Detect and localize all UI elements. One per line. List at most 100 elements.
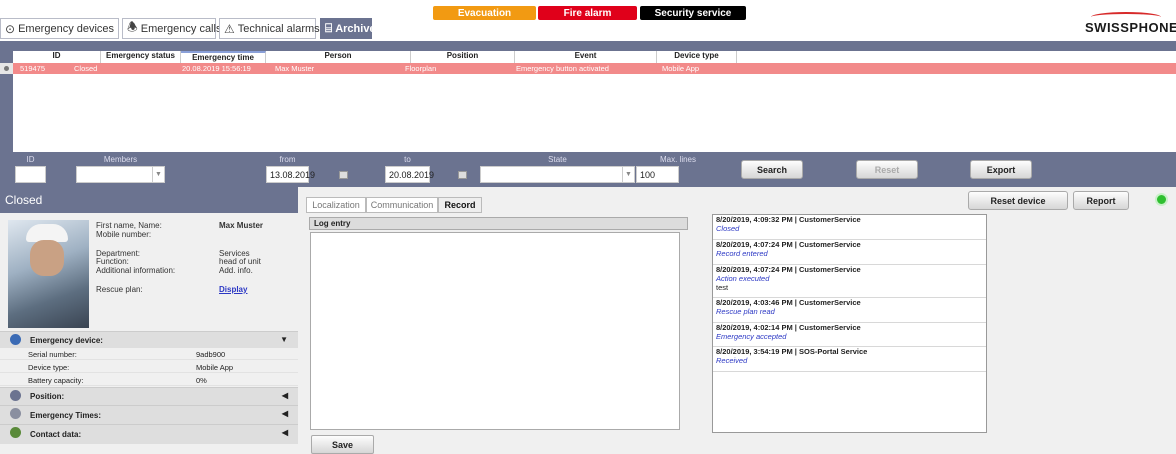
detail-row-serial: Serial number: 9adb900 — [0, 348, 298, 360]
list-item: 8/20/2019, 3:54:19 PM | SOS-Portal Servi… — [713, 347, 986, 372]
bell-icon: 🕭 — [127, 20, 138, 34]
table-row[interactable]: 519475 Closed 20.08.2019 15:56:19 Max Mu… — [7, 63, 1176, 74]
reset-button[interactable]: Reset — [856, 160, 918, 179]
device-type-label: Device type: — [28, 363, 70, 372]
entry-status: Closed — [716, 224, 740, 233]
check-circle-icon: ⊙ — [5, 21, 16, 36]
filter-to-input[interactable]: 20.08.2019 — [385, 166, 434, 183]
alarm-label: Evacuation — [457, 7, 512, 19]
filter-state-label: State — [548, 155, 567, 164]
filter-members-select[interactable]: ▼ — [76, 166, 165, 183]
archive-table: ID Emergency status Emergency time Perso… — [7, 51, 1176, 152]
online-status-icon — [1155, 193, 1168, 206]
cell-status: Closed — [74, 64, 98, 73]
person-photo — [8, 220, 89, 328]
entry-time: 8/20/2019, 4:03:46 PM | CustomerService — [716, 298, 861, 307]
filter-id-label: ID — [26, 155, 35, 164]
name-label: First name, Name: — [96, 221, 162, 230]
status-header: Closed — [0, 187, 298, 213]
cell-person: Max Muster — [275, 64, 315, 73]
tab-emergency-devices[interactable]: ⊙ Emergency devices — [0, 18, 119, 39]
archive-icon: ⌸ — [325, 21, 333, 35]
export-button[interactable]: Export — [970, 160, 1032, 179]
cell-device-type: Mobile App — [662, 64, 700, 73]
log-entry-textarea[interactable] — [310, 232, 680, 430]
section-position[interactable]: Position: ◀ — [0, 387, 298, 405]
list-item: 8/20/2019, 4:03:46 PM | CustomerService … — [713, 298, 986, 323]
contact-icon — [10, 427, 21, 438]
section-label: Emergency device: — [30, 335, 103, 345]
entry-time: 8/20/2019, 4:09:32 PM | CustomerService — [716, 215, 861, 224]
addinfo-value: Add. info. — [219, 266, 253, 275]
calendar-icon[interactable] — [458, 171, 467, 179]
tab-label: Emergency devices — [18, 22, 115, 35]
entry-status: Received — [716, 356, 748, 365]
serial-value: 9adb900 — [196, 350, 226, 359]
alarm-fire-button[interactable]: Fire alarm — [538, 6, 637, 20]
tab-record[interactable]: Record — [438, 197, 482, 213]
section-emergency-times[interactable]: Emergency Times: ◀ — [0, 405, 298, 424]
reset-device-button[interactable]: Reset device — [968, 191, 1068, 210]
tab-label: Emergency calls — [140, 22, 222, 35]
cell-event: Emergency button activated — [516, 64, 609, 73]
history-panel: Reset device Report 8/20/2019, 4:09:32 P… — [710, 187, 1176, 454]
col-header-status[interactable]: Emergency status — [101, 51, 181, 63]
face-shape — [30, 240, 64, 276]
tab-localization[interactable]: Localization — [306, 197, 366, 213]
col-header-device-type[interactable]: Device type — [657, 51, 737, 63]
col-header-time[interactable]: Emergency time — [181, 51, 266, 63]
mobile-label: Mobile number: — [96, 230, 152, 239]
entry-status: Rescue plan read — [716, 307, 775, 316]
entry-status: Emergency accepted — [716, 332, 787, 341]
section-emergency-device[interactable]: Emergency device: ▼ — [0, 331, 298, 348]
filter-to-label: to — [404, 155, 411, 164]
col-header-event[interactable]: Event — [515, 51, 657, 63]
row-selector[interactable] — [0, 63, 13, 74]
col-header-id[interactable]: ID — [13, 51, 101, 63]
section-contact-data[interactable]: Contact data: ◀ — [0, 424, 298, 444]
entry-time: 8/20/2019, 4:07:24 PM | CustomerService — [716, 240, 861, 249]
tab-label: Archive — [335, 22, 376, 35]
tab-archive[interactable]: ⌸ Archive — [320, 18, 376, 39]
entry-time: 8/20/2019, 3:54:19 PM | SOS-Portal Servi… — [716, 347, 868, 356]
entry-time: 8/20/2019, 4:07:24 PM | CustomerService — [716, 265, 861, 274]
serial-label: Serial number: — [28, 350, 77, 359]
save-button[interactable]: Save — [311, 435, 374, 454]
device-icon — [10, 334, 21, 345]
alarm-security-button[interactable]: Security service — [640, 6, 746, 20]
clock-icon — [10, 408, 21, 419]
cell-id: 519475 — [20, 64, 46, 73]
list-item: 8/20/2019, 4:07:24 PM | CustomerService … — [713, 240, 986, 265]
filter-maxlines-input[interactable]: 100 — [636, 166, 679, 183]
list-item: 8/20/2019, 4:02:14 PM | CustomerService … — [713, 323, 986, 347]
filter-from-label: from — [279, 155, 296, 164]
entry-time: 8/20/2019, 4:02:14 PM | CustomerService — [716, 323, 861, 332]
tab-technical-alarms[interactable]: ⚠ Technical alarms — [219, 18, 320, 39]
search-button[interactable]: Search — [741, 160, 803, 179]
entry-status: Record entered — [716, 249, 768, 258]
col-header-person[interactable]: Person — [266, 51, 411, 63]
alarm-evacuation-button[interactable]: Evacuation — [433, 6, 536, 20]
cell-time: 20.08.2019 15:56:19 — [182, 64, 251, 73]
entry-note: test — [716, 283, 729, 292]
brand-logo: SWISSPHONE — [1085, 12, 1176, 35]
chevron-left-icon: ◀ — [281, 391, 288, 400]
calendar-icon[interactable] — [339, 171, 348, 179]
report-button[interactable]: Report — [1073, 191, 1129, 210]
rescue-plan-label: Rescue plan: — [96, 285, 143, 294]
device-type-value: Mobile App — [196, 363, 234, 372]
logo-text: SWISSPHONE — [1085, 20, 1176, 35]
filter-from-input[interactable]: 13.08.2019 — [266, 166, 315, 183]
col-header-position[interactable]: Position — [411, 51, 515, 63]
function-label: Function: — [96, 257, 129, 266]
tab-emergency-calls[interactable]: 🕭 Emergency calls — [122, 18, 221, 39]
row-selector-dot-icon — [4, 66, 9, 71]
name-value: Max Muster — [219, 221, 264, 230]
tab-communication[interactable]: Communication — [366, 197, 438, 213]
detail-row-device-type: Device type: Mobile App — [0, 361, 298, 373]
rescue-plan-link[interactable]: Display — [219, 285, 247, 294]
filter-id-input[interactable] — [15, 166, 46, 183]
filter-state-select[interactable]: ▼ — [480, 166, 635, 183]
filter-members-label: Members — [103, 155, 138, 164]
details-panel: Closed First name, Name: Max Muster Mobi… — [0, 187, 298, 454]
